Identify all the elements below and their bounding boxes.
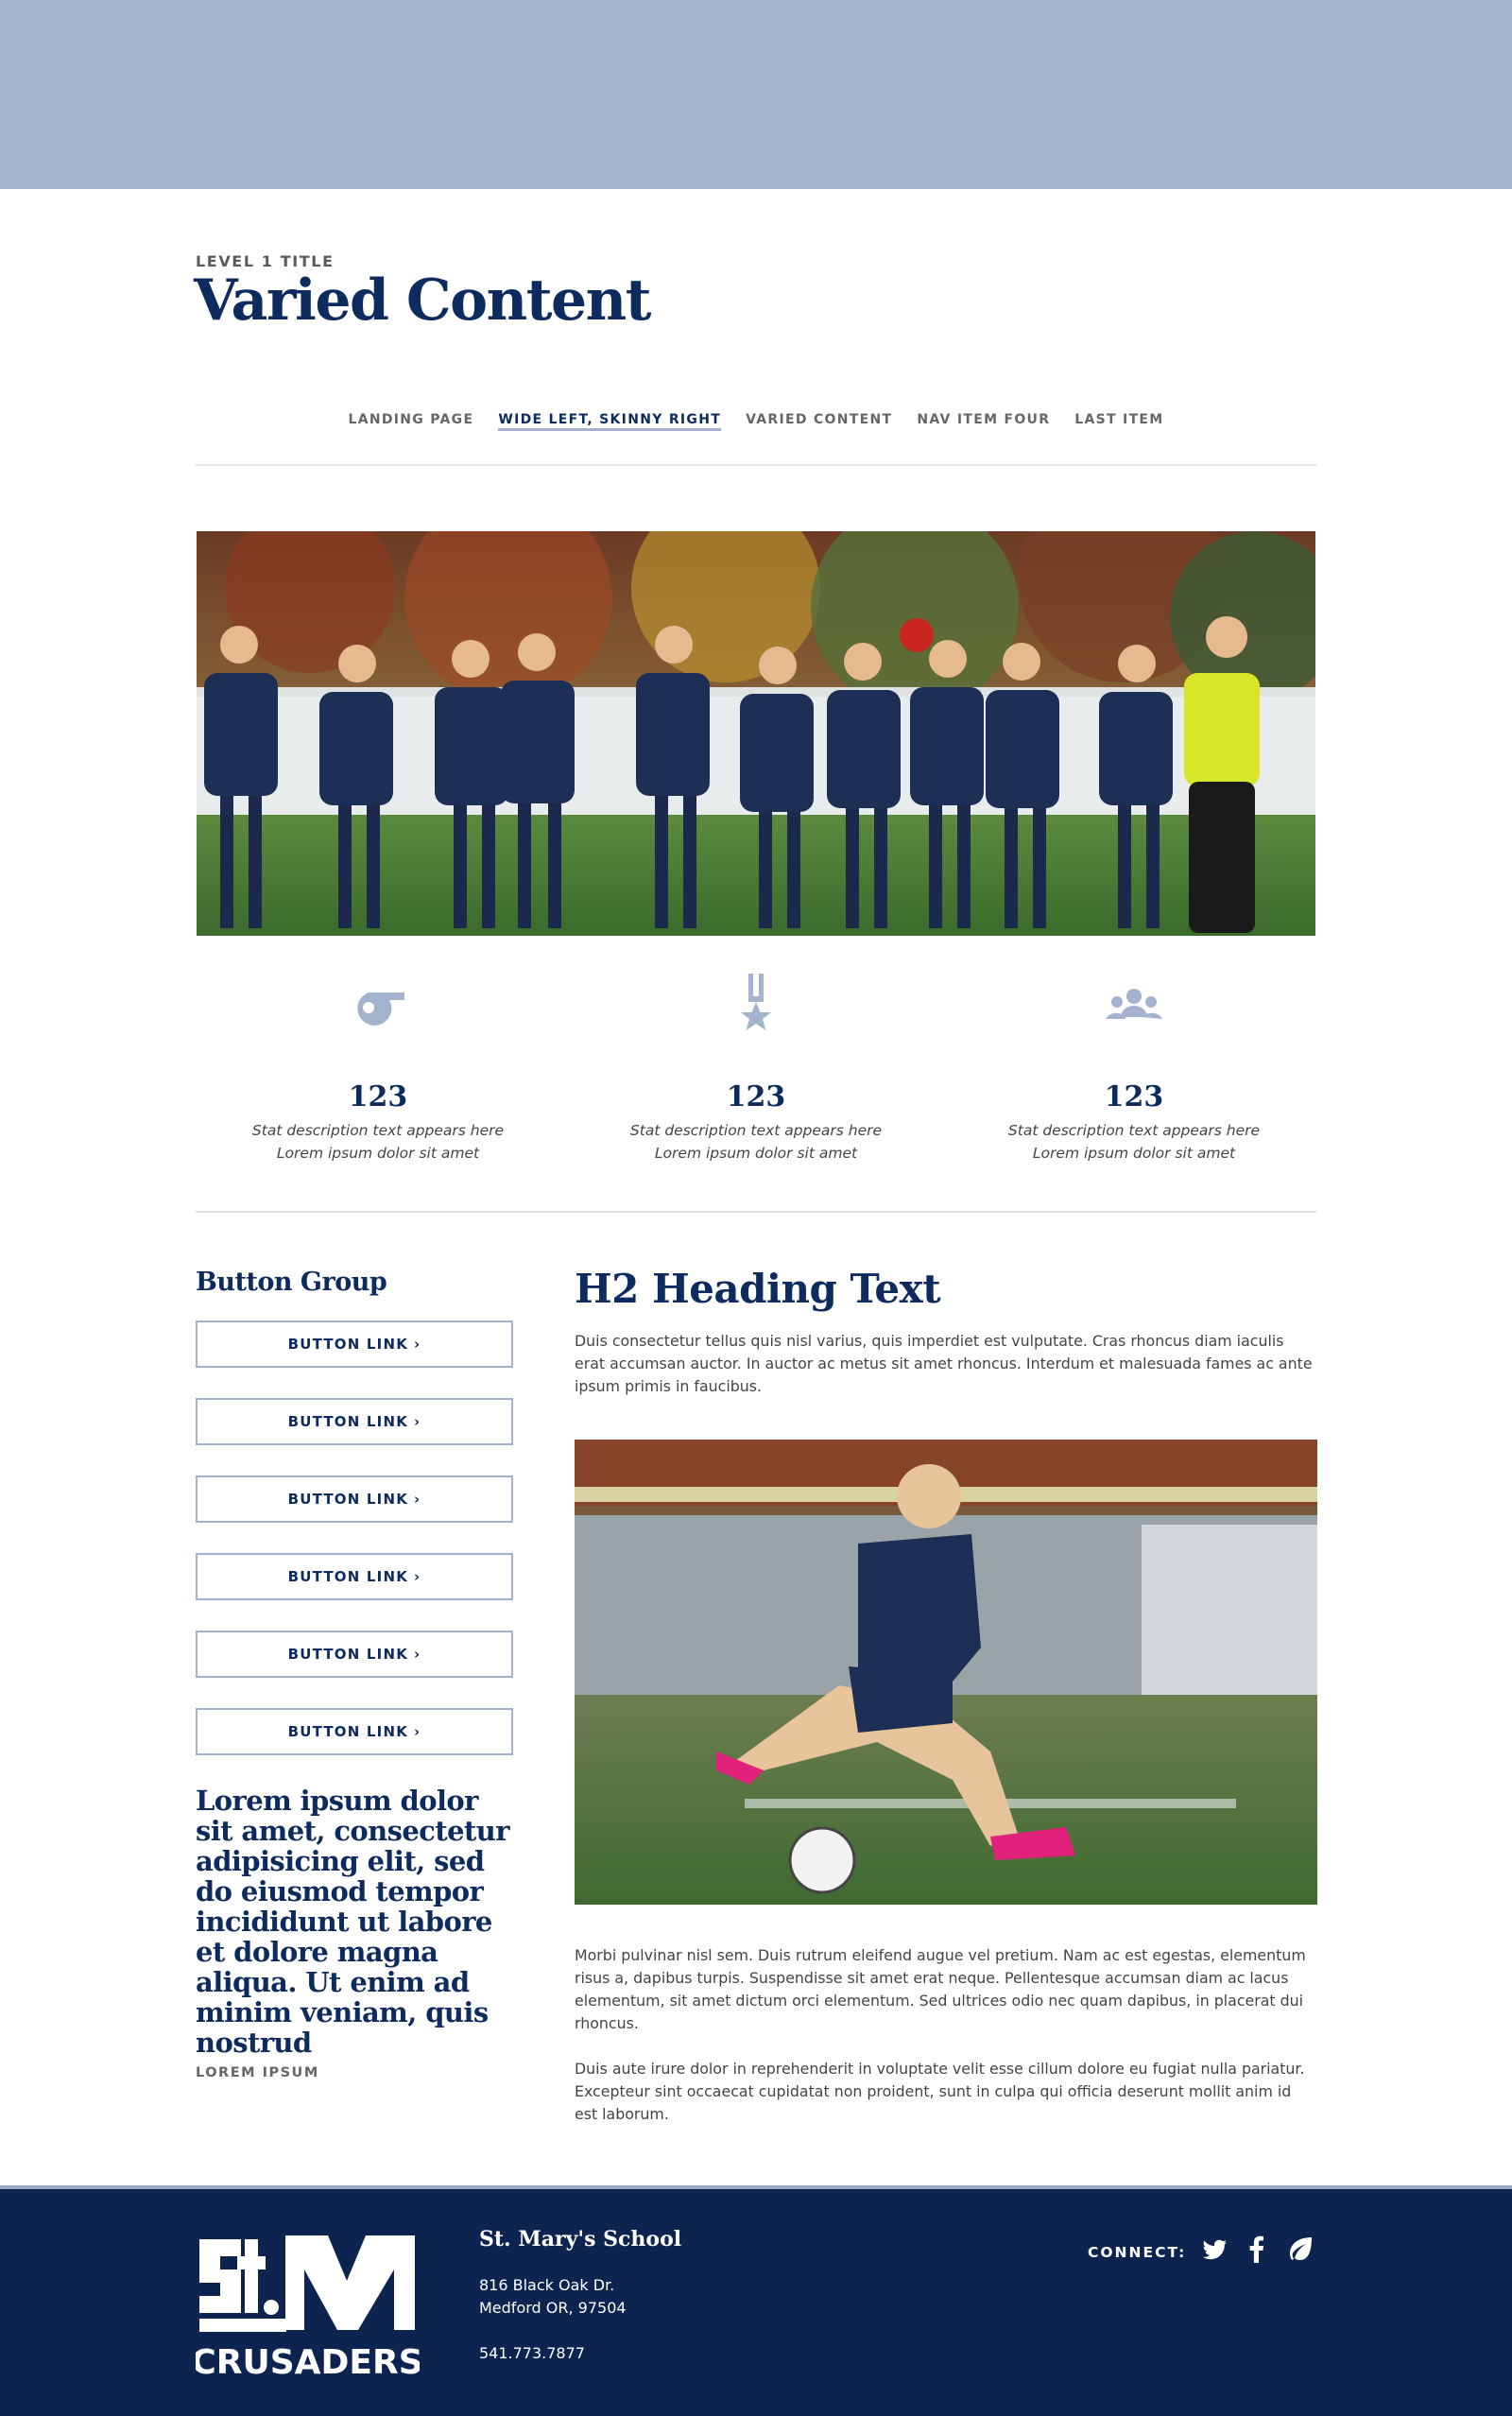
stat-item: 123 Stat description text appears here L… xyxy=(196,974,560,1162)
stat-description-line2: Lorem ipsum dolor sit amet xyxy=(654,1145,858,1162)
button-group-title: Button Group xyxy=(196,1268,387,1297)
stat-value: 123 xyxy=(1104,1080,1164,1113)
button-link[interactable]: BUTTON LINK › xyxy=(196,1631,513,1678)
chevron-right-icon: › xyxy=(414,1491,421,1508)
page-title: Varied Content xyxy=(194,267,651,334)
st-m-crusaders-logo: CRUSADERS xyxy=(191,2232,423,2382)
chevron-right-icon: › xyxy=(414,1413,421,1430)
twitter-icon[interactable] xyxy=(1200,2235,1230,2265)
chevron-right-icon: › xyxy=(414,1336,421,1353)
stat-description-line2: Lorem ipsum dolor sit amet xyxy=(276,1145,480,1162)
main-content: H2 Heading Text Duis consectetur tellus … xyxy=(575,1262,1317,2126)
top-banner xyxy=(0,0,1512,189)
address-line2: Medford OR, 97504 xyxy=(479,2299,627,2317)
stat-item: 123 Stat description text appears here L… xyxy=(574,974,938,1162)
stat-description-line2: Lorem ipsum dolor sit amet xyxy=(1032,1145,1236,1162)
button-link[interactable]: BUTTON LINK › xyxy=(196,1475,513,1523)
h2-heading: H2 Heading Text xyxy=(575,1266,941,1312)
divider xyxy=(196,464,1316,466)
stat-item: 123 Stat description text appears here L… xyxy=(952,974,1316,1162)
body-paragraph: Duis aute irure dolor in reprehenderit i… xyxy=(575,2060,1305,2123)
button-link[interactable]: BUTTON LINK › xyxy=(196,1553,513,1600)
facebook-icon[interactable] xyxy=(1242,2235,1272,2265)
sub-navigation: LANDING PAGE WIDE LEFT, SKINNY RIGHT VAR… xyxy=(196,397,1316,465)
player-photo xyxy=(575,1440,1317,1905)
school-name: St. Mary's School xyxy=(479,2227,682,2252)
button-group: BUTTON LINK › BUTTON LINK › BUTTON LINK › B… xyxy=(196,1320,513,1755)
pull-quote: Lorem ipsum dolor sit amet, consectetur … xyxy=(196,1785,509,2059)
quote-attribution: LOREM IPSUM xyxy=(196,2065,319,2080)
intro-paragraph: Duis consectetur tellus quis nisl varius… xyxy=(575,1332,1313,1395)
stat-value: 123 xyxy=(348,1080,408,1113)
sidebar: Button Group BUTTON LINK › BUTTON LINK › B… xyxy=(196,1262,513,2080)
button-link[interactable]: BUTTON LINK › xyxy=(196,1398,513,1445)
footer: CRUSADERS St. Mary's School 816 Black Oa… xyxy=(0,2185,1512,2416)
stat-value: 123 xyxy=(726,1080,786,1113)
connect-label: CONNECT: xyxy=(1088,2244,1187,2261)
address-line1: 816 Black Oak Dr. xyxy=(479,2276,615,2294)
leaf-icon[interactable] xyxy=(1285,2235,1315,2265)
chevron-right-icon: › xyxy=(414,1568,421,1585)
phone-number: 541.773.7877 xyxy=(479,2344,585,2362)
stat-description-line1: Stat description text appears here xyxy=(251,1122,505,1139)
chevron-right-icon: › xyxy=(414,1646,421,1663)
button-link[interactable]: BUTTON LINK › xyxy=(196,1320,513,1368)
button-link[interactable]: BUTTON LINK › xyxy=(196,1708,513,1755)
group-icon xyxy=(1106,989,1162,1019)
body-paragraph: Morbi pulvinar nisl sem. Duis rutrum ele… xyxy=(575,1946,1306,2032)
whistle-icon xyxy=(357,992,404,1026)
stat-description-line1: Stat description text appears here xyxy=(629,1122,883,1139)
subnav-item-varied-content[interactable]: VARIED CONTENT xyxy=(746,397,892,431)
subnav-item-nav-item-four[interactable]: NAV ITEM FOUR xyxy=(917,397,1050,431)
subnav-item-landing-page[interactable]: LANDING PAGE xyxy=(348,397,473,431)
team-photo xyxy=(197,531,1315,936)
svg-text:CRUSADERS: CRUSADERS xyxy=(196,2343,420,2379)
stat-description-line1: Stat description text appears here xyxy=(1007,1122,1261,1139)
chevron-right-icon: › xyxy=(414,1723,421,1740)
divider xyxy=(196,1211,1316,1213)
subnav-item-wide-left-skinny-right[interactable]: WIDE LEFT, SKINNY RIGHT xyxy=(498,397,722,431)
subnav-item-last-item[interactable]: LAST ITEM xyxy=(1074,397,1163,431)
stats-row: 123 Stat description text appears here L… xyxy=(196,974,1316,1162)
medal-icon xyxy=(741,974,771,1030)
